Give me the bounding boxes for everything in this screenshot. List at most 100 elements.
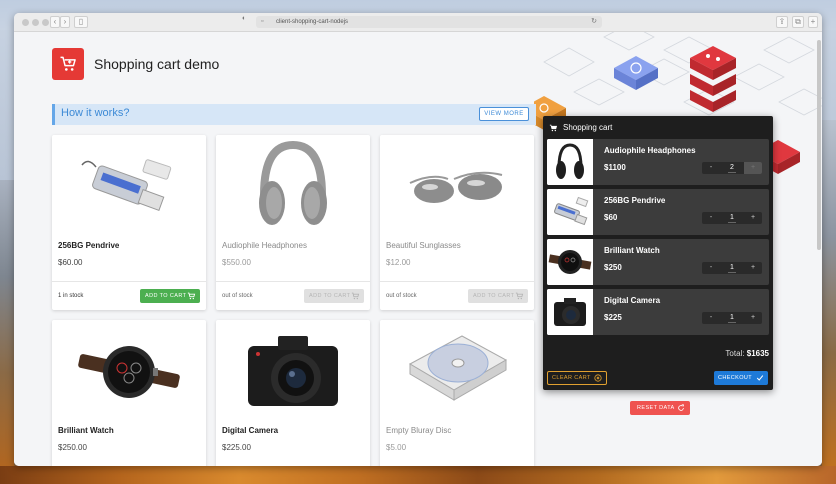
quantity-stepper: - 1 +: [702, 212, 762, 224]
refresh-icon: [678, 404, 684, 411]
cart-total: Total: $1635: [725, 349, 769, 358]
close-window-icon[interactable]: [22, 19, 29, 26]
product-name: Digital Camera: [222, 426, 279, 435]
pendrive-thumbnail: [547, 189, 593, 235]
increase-quantity-button[interactable]: +: [744, 262, 762, 274]
quantity-underline: [728, 222, 736, 223]
cart-plus-icon: [187, 292, 196, 300]
product-price: $60.00: [58, 258, 83, 267]
total-label: Total:: [725, 349, 745, 358]
page-title: Shopping cart demo: [94, 56, 220, 72]
clear-cart-button[interactable]: CLEAR CART: [547, 371, 607, 385]
quantity-stepper: - 1 +: [702, 312, 762, 324]
cart-item-name: Brilliant Watch: [604, 246, 660, 255]
cart-item-price: $225: [604, 313, 622, 322]
bluray-disc-image: [408, 335, 508, 401]
add-to-cart-button[interactable]: ADD TO CART: [468, 289, 528, 303]
reset-data-label: RESET DATA: [637, 405, 675, 411]
product-card: 256BG Pendrive $60.00 1 in stock ADD TO …: [52, 135, 206, 310]
product-price: $12.00: [386, 258, 411, 267]
cart-plus-icon: [515, 292, 524, 300]
reset-data-button[interactable]: RESET DATA: [630, 401, 690, 415]
add-to-cart-button[interactable]: ADD TO CART: [304, 289, 364, 303]
browser-window: ‹ › ▯ ◐ ▫ client-shopping-cart-nodejs ↻ …: [14, 13, 822, 466]
how-it-works-title: How it works?: [61, 107, 130, 119]
cart-item: Audiophile Headphones $1100 - 2 +: [547, 139, 769, 185]
watch-image: [78, 346, 180, 398]
quantity-underline: [728, 322, 736, 323]
cart-item: 256BG Pendrive $60 - 1 +: [547, 189, 769, 235]
desktop-wallpaper-right: [822, 120, 836, 470]
cart-item-name: 256BG Pendrive: [604, 196, 666, 205]
increase-quantity-button[interactable]: +: [744, 162, 762, 174]
increase-quantity-button[interactable]: +: [744, 212, 762, 224]
address-bar[interactable]: ▫ client-shopping-cart-nodejs ↻: [256, 16, 602, 28]
page-scrollbar[interactable]: [817, 40, 821, 250]
add-to-cart-button[interactable]: ADD TO CART: [140, 289, 200, 303]
privacy-shield-icon[interactable]: ◐: [242, 14, 246, 24]
decrease-quantity-button[interactable]: -: [702, 212, 720, 224]
product-name: Brilliant Watch: [58, 426, 114, 435]
divider: [380, 281, 534, 282]
cart-item: Brilliant Watch $250 - 1 +: [547, 239, 769, 285]
stock-status: out of stock: [222, 293, 253, 299]
cart-item-price: $250: [604, 263, 622, 272]
cart-item: Digital Camera $225 - 1 +: [547, 289, 769, 335]
back-icon[interactable]: ‹: [50, 16, 60, 28]
product-name: Beautiful Sunglasses: [386, 241, 461, 250]
how-it-works-bar: How it works? VIEW MORE: [52, 104, 536, 125]
clear-cart-label: CLEAR CART: [552, 375, 591, 381]
quantity-underline: [728, 272, 736, 273]
quantity-stepper: - 2 +: [702, 162, 762, 174]
product-price: $225.00: [222, 443, 251, 452]
desktop-wallpaper-left: [0, 180, 14, 470]
increase-quantity-button[interactable]: +: [744, 312, 762, 324]
pendrive-image: [81, 159, 172, 211]
sunglasses-image: [409, 171, 503, 203]
divider: [216, 281, 370, 282]
check-icon: [756, 375, 764, 381]
product-card: Brilliant Watch $250.00: [52, 320, 206, 466]
product-price: $250.00: [58, 443, 87, 452]
new-tab-icon[interactable]: +: [808, 16, 818, 28]
zoom-window-icon[interactable]: [42, 19, 49, 26]
minimize-window-icon[interactable]: [32, 19, 39, 26]
decrease-quantity-button[interactable]: -: [702, 312, 720, 324]
cart-item-price: $1100: [604, 163, 626, 172]
headphones-image: [259, 140, 327, 225]
cart-logo-icon: [60, 56, 76, 71]
checkout-button[interactable]: CHECKOUT: [714, 371, 768, 385]
share-icon[interactable]: ⇪: [776, 16, 788, 28]
url-text: client-shopping-cart-nodejs: [276, 19, 349, 25]
app-logo: [52, 48, 84, 80]
tabs-icon[interactable]: ⧉: [792, 16, 804, 28]
stock-status: out of stock: [386, 293, 417, 299]
cart-icon: [549, 124, 558, 131]
cart-item-name: Audiophile Headphones: [604, 146, 696, 155]
cart-item-name: Digital Camera: [604, 296, 661, 305]
forward-icon[interactable]: ›: [60, 16, 70, 28]
watch-thumbnail: [547, 239, 593, 285]
product-card: Digital Camera $225.00: [216, 320, 370, 466]
quantity-underline: [728, 172, 736, 173]
product-card: Beautiful Sunglasses $12.00 out of stock…: [380, 135, 534, 310]
reload-icon[interactable]: ↻: [591, 17, 597, 27]
cart-header: Shopping cart: [549, 123, 612, 132]
camera-thumbnail: [547, 289, 593, 335]
decrease-quantity-button[interactable]: -: [702, 262, 720, 274]
desktop-wallpaper-bottom: [0, 466, 836, 484]
cart-item-price: $60: [604, 213, 618, 222]
divider: [52, 281, 206, 282]
add-to-cart-label: ADD TO CART: [145, 293, 187, 299]
product-price: $550.00: [222, 258, 251, 267]
page-content: Shopping cart demo How it works? VIEW MO…: [14, 32, 822, 466]
product-card: Audiophile Headphones $550.00 out of sto…: [216, 135, 370, 310]
product-name: 256BG Pendrive: [58, 241, 120, 250]
add-to-cart-label: ADD TO CART: [309, 293, 351, 299]
view-more-button[interactable]: VIEW MORE: [479, 107, 529, 121]
product-name: Empty Bluray Disc: [386, 426, 452, 435]
quantity-stepper: - 1 +: [702, 262, 762, 274]
decrease-quantity-button[interactable]: -: [702, 162, 720, 174]
cart-title: Shopping cart: [563, 123, 613, 132]
sidebar-icon[interactable]: ▯: [74, 16, 88, 28]
